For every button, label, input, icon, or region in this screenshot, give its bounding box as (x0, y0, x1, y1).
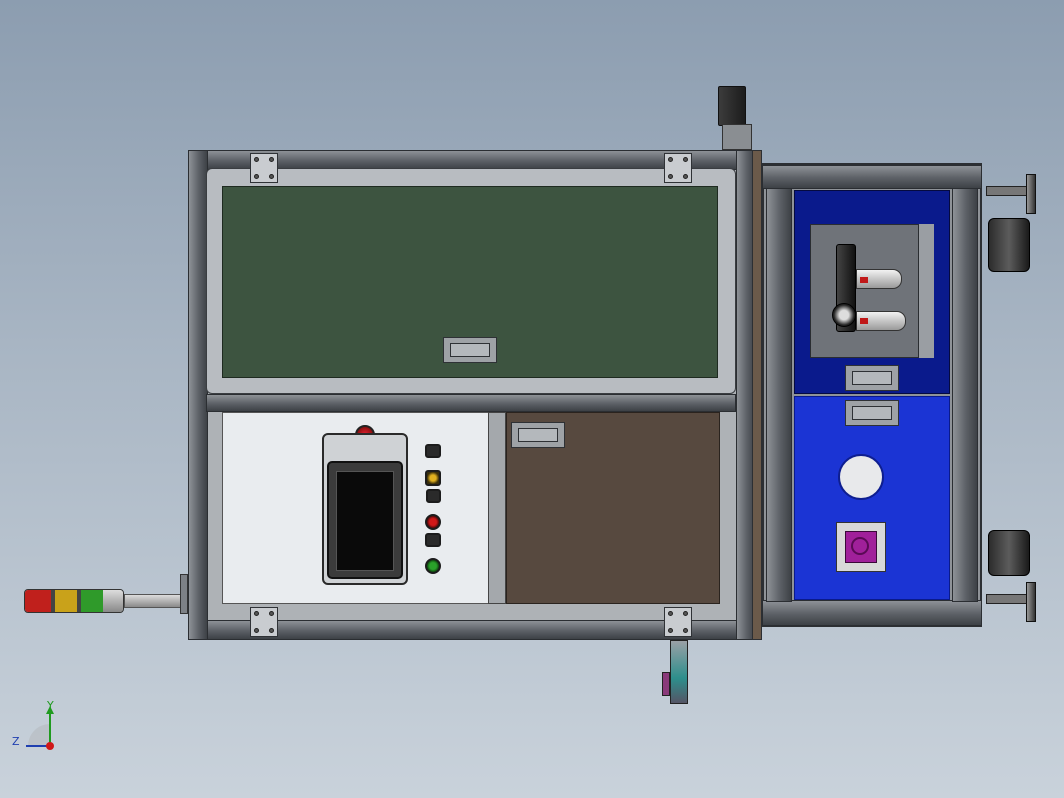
side-rail-top (762, 165, 982, 189)
side-rail-left (766, 188, 792, 602)
leveling-foot-pad-top (1026, 174, 1036, 214)
leveling-foot-pad-bottom (1026, 582, 1036, 622)
stack-light-red (25, 590, 51, 612)
caster-wheel-icon (988, 218, 1030, 272)
frl-mount-rail (918, 224, 934, 358)
side-rail-right (952, 188, 978, 602)
bottom-connector-module (670, 640, 688, 704)
hmi-divider (488, 412, 506, 604)
triad-label-z: Z (12, 735, 20, 748)
frl-mount-plate (810, 224, 934, 358)
lower-door-handle[interactable] (511, 422, 565, 448)
coordinate-triad-icon (14, 700, 64, 752)
frame-rail-left (188, 150, 208, 640)
signal-tower-pole (124, 594, 184, 608)
bottom-connector-tab (662, 672, 670, 696)
side-top-handle[interactable] (845, 365, 899, 391)
signal-tower-icon (24, 589, 124, 613)
hinge-bottom-right (664, 607, 692, 637)
frame-rail-middle (206, 394, 736, 412)
frl-drain-red-1 (860, 277, 868, 283)
servo-mount (722, 124, 752, 150)
hinge-top-right (664, 153, 692, 183)
pilot-lamp-amber[interactable] (425, 470, 441, 486)
hinge-bottom-left (250, 607, 278, 637)
hinge-top-left (250, 153, 278, 183)
upper-door-handle[interactable] (443, 337, 497, 363)
button-black-1[interactable] (425, 444, 441, 458)
pilot-lamp-green[interactable] (425, 558, 441, 574)
stack-light-green (81, 590, 103, 612)
side-bottom-handle[interactable] (845, 400, 899, 426)
hmi-screen[interactable] (336, 471, 394, 571)
frame-right-plate (752, 150, 762, 640)
frl-gauge (832, 303, 856, 327)
signal-tower-bracket (180, 574, 188, 614)
pilot-lamp-red[interactable] (425, 514, 441, 530)
triad-label-y: Y (47, 699, 54, 712)
button-black-2[interactable] (426, 489, 441, 503)
stack-light-amber (55, 590, 77, 612)
caster-wheel-bottom (988, 530, 1030, 576)
cable-gland-hole (838, 454, 884, 500)
servo-motor-icon (718, 86, 746, 126)
fan-filter-spiral (851, 537, 869, 555)
button-black-3[interactable] (425, 533, 441, 547)
side-rail-bottom (762, 600, 982, 626)
frl-drain-red-2 (860, 318, 868, 324)
